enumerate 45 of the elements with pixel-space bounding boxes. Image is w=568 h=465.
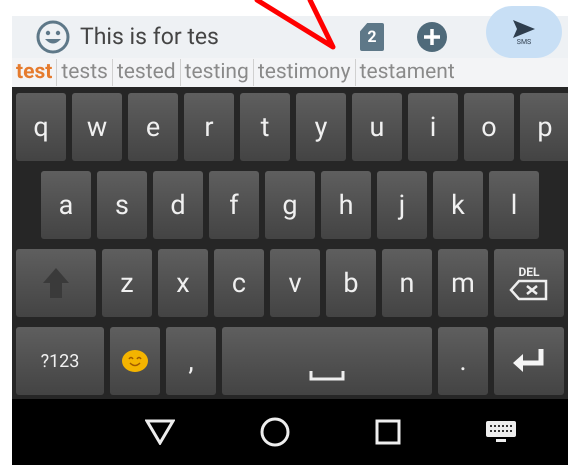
key[interactable]: b	[326, 249, 376, 317]
home-icon[interactable]	[260, 417, 290, 447]
recents-icon[interactable]	[374, 419, 400, 445]
key[interactable]: y	[296, 93, 346, 161]
key[interactable]: a	[41, 171, 91, 239]
key[interactable]: q	[16, 93, 66, 161]
sim-badge[interactable]: 2	[360, 23, 384, 51]
key[interactable]: l	[489, 171, 539, 239]
key[interactable]: w	[72, 93, 122, 161]
enter-key[interactable]	[494, 327, 564, 395]
back-icon[interactable]	[144, 419, 174, 445]
space-icon	[309, 371, 345, 381]
key[interactable]: d	[153, 171, 203, 239]
key[interactable]: g	[265, 171, 315, 239]
key[interactable]: k	[433, 171, 483, 239]
key[interactable]: e	[128, 93, 178, 161]
key[interactable]: p	[520, 93, 568, 161]
key[interactable]: r	[184, 93, 234, 161]
key[interactable]: x	[158, 249, 208, 317]
key[interactable]: f	[209, 171, 259, 239]
key[interactable]: .	[438, 327, 488, 395]
smiley-icon	[121, 349, 149, 373]
message-field[interactable]: This is for tes	[80, 20, 350, 54]
shift-icon	[41, 266, 71, 300]
key[interactable]: h	[321, 171, 371, 239]
key[interactable]: i	[408, 93, 458, 161]
delete-key[interactable]: DEL	[494, 249, 564, 317]
add-icon[interactable]	[416, 21, 448, 53]
key[interactable]: o	[464, 93, 514, 161]
symbols-key[interactable]: ?123	[16, 327, 104, 395]
key[interactable]: u	[352, 93, 402, 161]
key[interactable]: t	[240, 93, 290, 161]
backspace-icon	[509, 278, 549, 300]
send-icon	[512, 18, 536, 38]
emoji-key[interactable]	[110, 327, 160, 395]
key[interactable]: m	[438, 249, 488, 317]
key[interactable]: ,	[166, 327, 216, 395]
key[interactable]: v	[270, 249, 320, 317]
keyboard-icon[interactable]	[486, 421, 516, 443]
key[interactable]: j	[377, 171, 427, 239]
key[interactable]: z	[102, 249, 152, 317]
smiley-icon	[36, 20, 70, 54]
key[interactable]: c	[214, 249, 264, 317]
key[interactable]: s	[97, 171, 147, 239]
key[interactable]: n	[382, 249, 432, 317]
